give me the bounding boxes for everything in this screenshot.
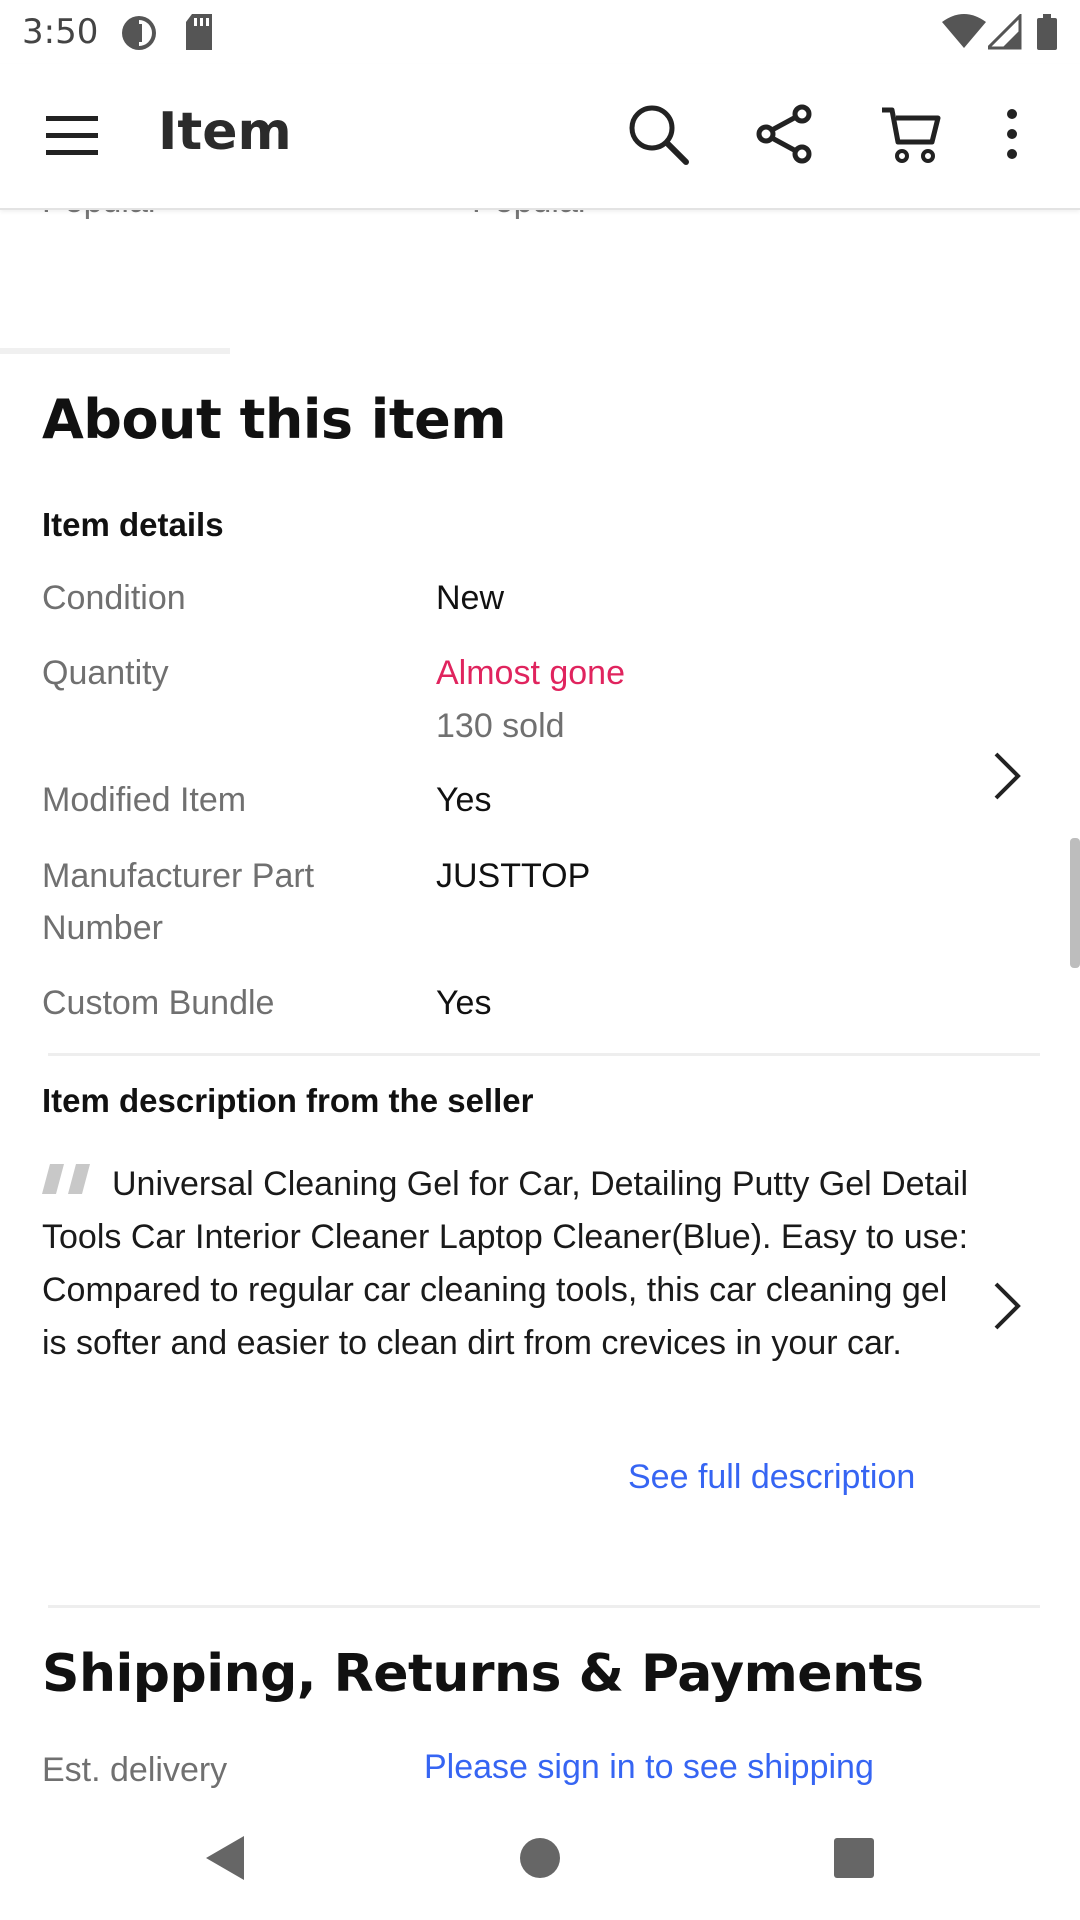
section-divider [48,1053,1040,1056]
see-full-description-link[interactable]: See full description [628,1458,915,1497]
condition-value: New [436,579,505,617]
sign-in-shipping-link[interactable]: Please sign in to see shipping [424,1748,874,1787]
manufacturer-part-number-value: JUSTTOP [436,857,591,895]
section-divider [48,1605,1040,1608]
system-nav-bar [0,1790,1080,1920]
cart-icon[interactable] [880,102,944,166]
home-icon[interactable] [512,1830,568,1886]
description-text: Universal Cleaning Gel for Car, Detailin… [42,1165,969,1362]
search-icon[interactable] [626,102,690,166]
item-details-title: Item details [42,506,224,543]
cell-signal-icon [984,12,1022,55]
manufacturer-part-number-label: Manufacturer Part Number [42,857,315,947]
chevron-right-icon[interactable] [986,1278,1026,1334]
section-divider [0,348,230,354]
data-saver-icon [120,14,158,57]
shipping-section-title: Shipping, Returns & Payments [42,1644,924,1704]
wifi-icon [942,14,986,55]
page-title: Item [158,102,292,162]
menu-icon[interactable] [42,102,106,166]
scrollbar[interactable] [1070,838,1080,968]
more-vert-icon[interactable] [1000,102,1024,166]
condition-label: Condition [42,579,186,617]
est-delivery-label: Est. delivery [42,1751,228,1789]
share-icon[interactable] [752,102,816,166]
status-time: 3:50 [22,12,99,52]
back-icon[interactable] [200,1830,256,1886]
about-section-title: About this item [42,388,507,451]
chevron-right-icon[interactable] [986,748,1026,804]
quantity-label: Quantity [42,654,169,692]
seller-description-title: Item description from the seller [42,1082,534,1119]
popular-tag-left: Popular [42,210,159,221]
custom-bundle-label: Custom Bundle [42,984,275,1022]
app-bar: Item [0,64,1080,210]
modified-item-value: Yes [436,781,492,819]
quantity-sold: 130 sold [436,707,565,745]
sd-card-icon [184,14,214,55]
battery-icon [1036,14,1058,55]
recents-icon[interactable] [826,1830,882,1886]
popular-tag-right: Popular [472,210,589,221]
quantity-status: Almost gone [436,654,625,692]
modified-item-label: Modified Item [42,781,247,819]
item-content: Popular Popular About this item Item det… [0,210,1080,1790]
custom-bundle-value: Yes [436,984,492,1022]
status-bar: 3:50 [0,0,1080,64]
